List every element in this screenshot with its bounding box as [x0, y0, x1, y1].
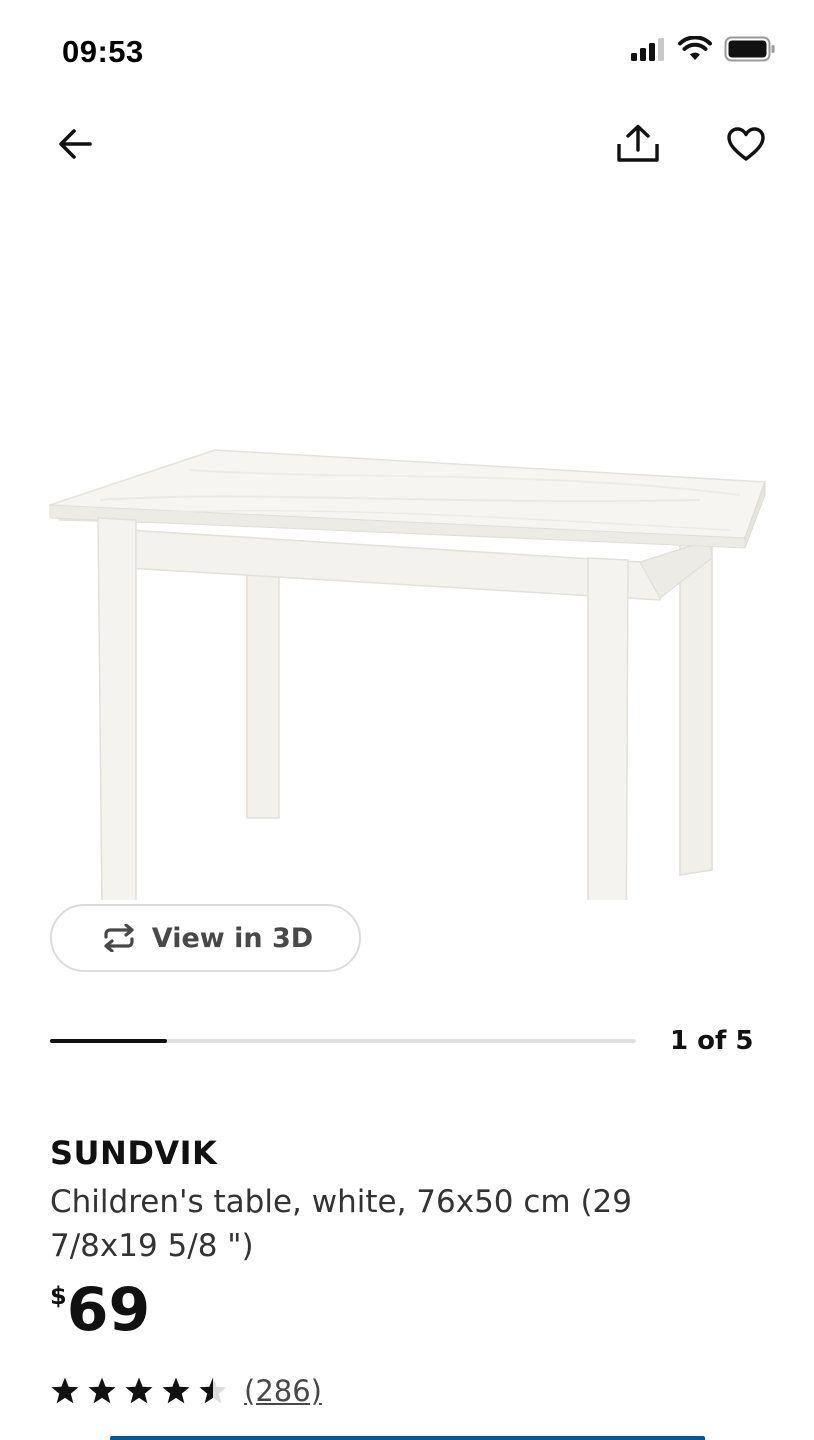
star-full-icon — [88, 1377, 116, 1404]
star-full-icon — [51, 1377, 79, 1404]
product-image-table — [48, 449, 767, 900]
share-icon — [617, 124, 659, 162]
gallery-progress-bar — [50, 1039, 636, 1043]
rotate-3d-icon — [104, 924, 134, 952]
star-full-icon — [162, 1377, 190, 1404]
status-bar: 09:53 — [0, 0, 814, 100]
slide-counter: 1 of 5 — [670, 1026, 754, 1056]
status-time: 09:53 — [62, 34, 144, 69]
back-button[interactable] — [44, 112, 108, 176]
view-in-3d-label: View in 3D — [151, 922, 314, 954]
product-image-gallery[interactable] — [0, 220, 814, 900]
gallery-progress-fill — [50, 1039, 168, 1043]
add-to-bag-button-edge[interactable] — [110, 1436, 705, 1440]
product-description: Children's table, white, 76x50 cm (29 7/… — [50, 1184, 633, 1264]
cellular-signal-icon — [631, 38, 664, 61]
product-brand: SUNDVIK — [50, 1134, 218, 1172]
battery-icon — [724, 36, 775, 62]
wifi-icon — [678, 36, 712, 60]
rating-stars — [50, 1376, 228, 1406]
heart-icon — [727, 127, 765, 161]
arrow-left-icon — [59, 129, 92, 159]
product-price: $ 69 — [50, 1278, 750, 1342]
star-full-icon — [125, 1377, 153, 1404]
product-info: SUNDVIK Children's table, white, 76x50 c… — [50, 1134, 750, 1342]
star-half-icon — [199, 1377, 227, 1404]
price-amount: 69 — [66, 1275, 151, 1345]
view-in-3d-button[interactable]: View in 3D — [50, 904, 361, 972]
price-currency: $ — [50, 1282, 67, 1310]
review-count-link[interactable]: (286) — [244, 1374, 322, 1408]
product-rating[interactable]: (286) — [50, 1374, 322, 1408]
favorite-button[interactable] — [714, 112, 778, 176]
top-nav-bar — [0, 112, 814, 176]
status-icons — [630, 36, 776, 62]
share-button[interactable] — [606, 112, 670, 176]
